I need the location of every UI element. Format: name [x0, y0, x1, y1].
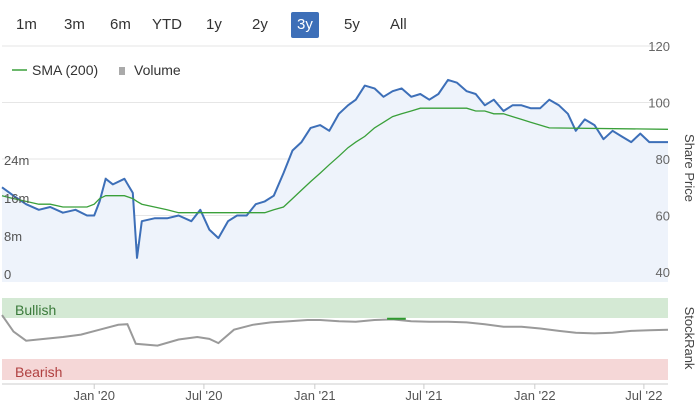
range-button-6m[interactable]: 6m	[104, 12, 137, 38]
legend-volume-swatch	[119, 67, 125, 75]
range-button-5y[interactable]: 5y	[338, 12, 366, 38]
price-tick-label: 100	[648, 96, 670, 111]
range-button-1y[interactable]: 1y	[200, 12, 228, 38]
volume-tick-label: 8m	[4, 229, 22, 244]
volume-bar	[515, 272, 518, 282]
volume-bar	[349, 187, 352, 282]
volume-bars	[19, 177, 645, 282]
chart-canvas: 40 60 80 100 120 Share Price 0 8m 16m 24m SMA (200…	[1, 39, 697, 403]
stockrank-line	[1, 314, 669, 347]
bearish-label: Bearish	[15, 364, 62, 380]
stockrank-axis-title: StockRank	[682, 307, 697, 370]
volume-bar	[376, 234, 379, 282]
x-tick-label: Jan '21	[294, 388, 336, 403]
volume-bar	[542, 270, 545, 282]
volume-bar	[303, 215, 306, 282]
range-button-all[interactable]: All	[384, 12, 413, 38]
price-axis-title: Share Price	[682, 134, 697, 202]
bullish-band	[2, 298, 668, 318]
volume-bar	[136, 244, 139, 282]
price-tick-label: 40	[656, 265, 670, 280]
bullish-label: Bullish	[15, 302, 56, 318]
legend-volume-label[interactable]: Volume	[134, 62, 181, 78]
x-tick-label: Jan '22	[514, 388, 556, 403]
range-button-ytd[interactable]: YTD	[146, 12, 188, 38]
price-tick-label: 80	[656, 152, 670, 167]
volume-tick-label: 24m	[4, 153, 29, 168]
range-button-3y[interactable]: 3y	[291, 12, 319, 38]
legend-sma-label[interactable]: SMA (200)	[32, 62, 98, 78]
price-line	[1, 78, 668, 259]
range-button-1m[interactable]: 1m	[10, 12, 43, 38]
volume-bar	[642, 239, 645, 282]
volume-bar	[606, 272, 609, 282]
x-tick-label: Jul '21	[405, 388, 442, 403]
range-button-3m[interactable]: 3m	[58, 12, 91, 38]
price-area	[2, 79, 668, 283]
stock-chart-widget: 1m 3m 6m YTD 1y 2y 3y 5y All 40 60 80 100 120 Share P…	[0, 0, 700, 403]
volume-bar	[184, 274, 187, 282]
volume-bar	[56, 272, 59, 282]
price-tick-label: 60	[656, 209, 670, 224]
volume-tick-label: 16m	[4, 191, 29, 206]
volume-bar	[325, 239, 328, 282]
x-tick-label: Jan '20	[73, 388, 115, 403]
x-tick-label: Jul '20	[185, 388, 222, 403]
volume-bar	[19, 270, 22, 282]
volume-bar	[240, 258, 243, 282]
range-button-2y[interactable]: 2y	[246, 12, 274, 38]
x-tick-label: Jul '22	[625, 388, 662, 403]
price-tick-label: 120	[648, 39, 670, 54]
sma-line	[1, 107, 669, 214]
volume-bar	[478, 267, 481, 282]
bearish-band	[2, 359, 668, 380]
volume-bar	[441, 248, 444, 282]
volume-bar	[104, 177, 107, 282]
price-plot-area	[2, 46, 668, 282]
volume-tick-label: 0	[4, 267, 11, 282]
volume-bar	[404, 253, 407, 282]
volume-bar	[569, 270, 572, 282]
